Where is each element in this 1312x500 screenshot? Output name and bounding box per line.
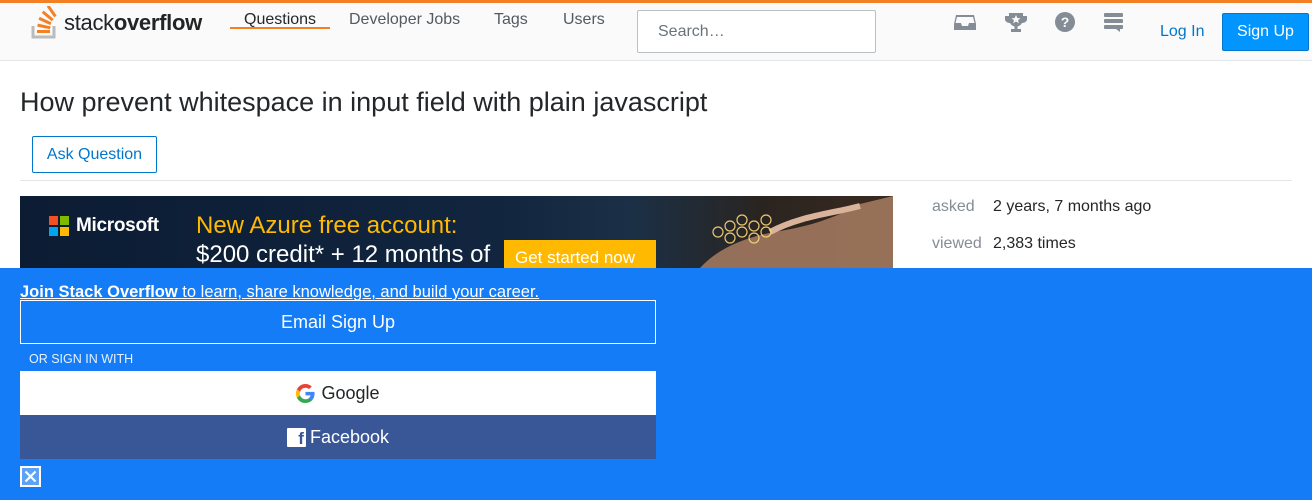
viewed-value: 2,383 times (993, 235, 1076, 252)
nav-developer-jobs[interactable]: Developer Jobs (349, 11, 460, 29)
nav-users[interactable]: Users (563, 11, 605, 29)
facebook-button-label: Facebook (309, 426, 390, 447)
close-icon (24, 470, 37, 483)
facebook-icon: f (286, 427, 306, 447)
asked-label: asked (932, 198, 975, 215)
facebook-signin-button[interactable]: f Facebook (20, 415, 656, 459)
ad-headline: New Azure free account: (196, 212, 458, 239)
ask-question-button[interactable]: Ask Question (32, 136, 157, 173)
microsoft-logo-icon (49, 216, 69, 236)
help-icon[interactable]: ? (1053, 11, 1077, 33)
ad-subheadline: $200 credit* + 12 months of (196, 241, 491, 268)
achievements-trophy-icon[interactable] (1004, 11, 1028, 33)
stack-overflow-logo-icon (31, 6, 57, 39)
search-input[interactable] (637, 10, 876, 53)
asked-value[interactable]: 2 years, 7 months ago (993, 198, 1151, 216)
signup-button[interactable]: Sign Up (1222, 13, 1309, 51)
ad-hand-illustration (700, 196, 893, 268)
banner-message-rest: to learn, share knowledge, and build you… (177, 283, 540, 301)
question-title[interactable]: How prevent whitespace in input field wi… (20, 87, 707, 118)
logo-text: stackoverflow (64, 10, 202, 35)
site-logo[interactable]: stackoverflow (30, 6, 202, 40)
ad-brand: Microsoft (76, 215, 159, 236)
advertisement-banner[interactable]: Microsoft New Azure free account: $200 c… (20, 196, 893, 268)
site-switcher-icon[interactable] (1102, 11, 1126, 33)
close-banner-button[interactable] (20, 466, 41, 487)
google-icon (296, 383, 316, 403)
google-signin-button[interactable]: Google (20, 371, 656, 415)
svg-text:?: ? (1061, 14, 1070, 30)
top-bar: stackoverflow Questions Developer Jobs T… (0, 0, 1312, 61)
nav-active-indicator (230, 27, 330, 29)
or-sign-in-label: OR SIGN IN WITH (29, 352, 134, 366)
inbox-icon[interactable] (953, 11, 977, 33)
google-button-label: Google (321, 382, 380, 403)
ad-cta-button[interactable]: Get started now (504, 240, 656, 268)
signup-banner: Join Stack Overflow to learn, share know… (0, 268, 1312, 500)
viewed-label: viewed (932, 235, 982, 252)
nav-tags[interactable]: Tags (494, 11, 528, 29)
header-divider (20, 180, 1292, 181)
login-link[interactable]: Log In (1160, 23, 1204, 41)
email-signup-button[interactable]: Email Sign Up (20, 300, 656, 344)
join-link[interactable]: Join Stack Overflow (20, 283, 178, 301)
